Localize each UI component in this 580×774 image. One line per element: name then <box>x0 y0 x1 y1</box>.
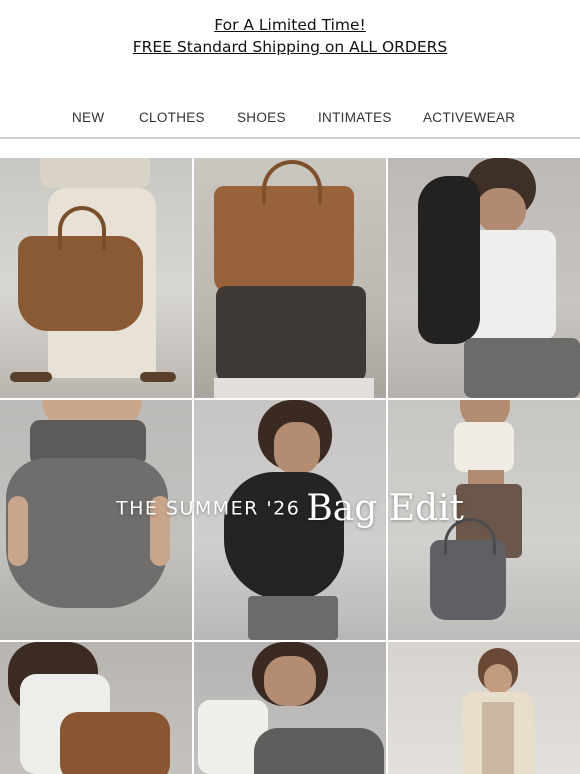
hero-headline: THE SUMMER '26 Bag Edit <box>0 488 580 540</box>
headline-prefix: THE SUMMER '26 <box>115 497 301 520</box>
category-nav: NEW CLOTHES SHOES INTIMATES ACTIVEWEAR <box>0 106 580 130</box>
hero-image-grid[interactable]: THE SUMMER '26 Bag Edit <box>0 158 580 774</box>
photo-cream-jacket <box>388 642 580 774</box>
nav-divider <box>0 137 580 139</box>
nav-item-clothes[interactable]: CLOTHES <box>139 106 205 130</box>
photo-seated-model <box>194 642 386 774</box>
nav-item-activewear[interactable]: ACTIVEWEAR <box>423 106 515 130</box>
photo-black-ruffle-bag <box>388 158 580 398</box>
promo-banner: For A Limited Time! FREE Standard Shippi… <box>0 14 580 58</box>
promo-line-limited-time[interactable]: For A Limited Time! <box>0 14 580 36</box>
photo-brown-tote-cream-pants <box>0 158 192 398</box>
headline-script: Bag Edit <box>306 488 465 529</box>
nav-item-new[interactable]: NEW <box>72 106 104 130</box>
photo-brown-bag-white-shirt <box>0 642 192 774</box>
nav-item-intimates[interactable]: INTIMATES <box>318 106 392 130</box>
photo-stacked-bags <box>194 158 386 398</box>
nav-item-shoes[interactable]: SHOES <box>237 106 286 130</box>
promo-line-free-shipping[interactable]: FREE Standard Shipping on ALL ORDERS <box>0 36 580 58</box>
